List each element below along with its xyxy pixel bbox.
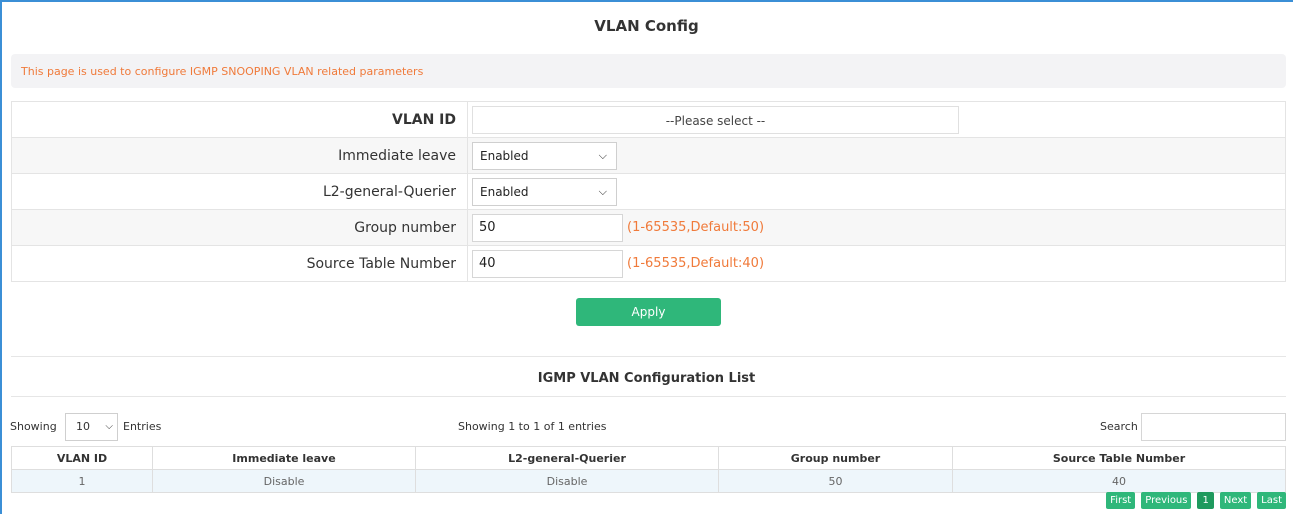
search-label: Search [1100,420,1138,433]
window-border-left [0,0,2,514]
form-row-l2-general-querier: L2-general-Querier Enabled ⌵ [11,173,1286,210]
group-number-label: Group number [11,209,468,246]
window-border-top [0,0,1293,2]
entries-label: Entries [123,420,162,433]
column-header-l2-general-querier[interactable]: L2-general-Querier [415,446,719,470]
cell-vlan-id: 1 [11,469,153,493]
cell-immediate-leave: Disable [152,469,416,493]
cell-group-number: 50 [718,469,953,493]
entries-per-page-select[interactable]: 10 ⌵ [65,413,118,441]
notice-text: This page is used to configure IGMP SNOO… [21,65,424,78]
form-row-group-number: Group number 50 (1-65535,Default:50) [11,209,1286,246]
cell-source-table-number: 40 [952,469,1286,493]
immediate-leave-label: Immediate leave [11,137,468,174]
entries-per-page-value: 10 [76,420,90,433]
vlan-config-form: VLAN ID --Please select -- Immediate lea… [11,101,1286,282]
immediate-leave-select[interactable]: Enabled ⌵ [472,141,617,170]
vlan-id-label: VLAN ID [11,101,468,138]
column-header-immediate-leave[interactable]: Immediate leave [152,446,416,470]
chevron-down-icon: ⌵ [105,421,113,432]
chevron-down-icon: ⌵ [598,184,607,198]
list-title: IGMP VLAN Configuration List [537,371,756,386]
form-row-immediate-leave: Immediate leave Enabled ⌵ [11,137,1286,174]
form-row-vlan-id: VLAN ID --Please select -- [11,101,1286,138]
group-number-hint: (1-65535,Default:50) [627,220,765,235]
notice-box: This page is used to configure IGMP SNOO… [11,54,1286,88]
table-info: Showing 1 to 1 of 1 entries [458,420,607,433]
cell-l2-general-querier: Disable [415,469,719,493]
table-row[interactable]: 1 Disable Disable 50 40 [11,469,1286,493]
pager-previous-button[interactable]: Previous [1141,492,1192,509]
page-title: VLAN Config [594,17,699,35]
pager-first-button[interactable]: First [1106,492,1136,509]
source-table-number-label: Source Table Number [11,245,468,282]
column-header-source-table-number[interactable]: Source Table Number [952,446,1286,470]
showing-label: Showing [10,420,57,433]
form-row-source-table-number: Source Table Number 40 (1-65535,Default:4… [11,245,1286,282]
pager-page-1-button[interactable]: 1 [1197,492,1214,509]
l2-general-querier-label: L2-general-Querier [11,173,468,210]
source-table-number-input[interactable]: 40 [472,249,623,278]
table-header-row: VLAN ID Immediate leave L2-general-Queri… [11,446,1286,470]
column-header-group-number[interactable]: Group number [718,446,953,470]
pager-last-button[interactable]: Last [1257,492,1286,509]
pager-next-button[interactable]: Next [1219,492,1252,509]
search-input[interactable] [1141,413,1286,441]
apply-button[interactable]: Apply [576,298,721,326]
source-table-number-hint: (1-65535,Default:40) [627,256,765,271]
vlan-id-select[interactable]: --Please select -- [472,105,959,134]
divider [11,356,1286,357]
igmp-vlan-table: VLAN ID Immediate leave L2-general-Queri… [11,446,1286,493]
column-header-vlan-id[interactable]: VLAN ID [11,446,153,470]
immediate-leave-value: Enabled [480,148,529,163]
chevron-down-icon: ⌵ [598,148,607,162]
l2-general-querier-value: Enabled [480,184,529,199]
l2-general-querier-select[interactable]: Enabled ⌵ [472,177,617,206]
group-number-input[interactable]: 50 [472,213,623,242]
divider [11,396,1286,397]
pagination: First Previous 1 Next Last [1106,492,1286,509]
